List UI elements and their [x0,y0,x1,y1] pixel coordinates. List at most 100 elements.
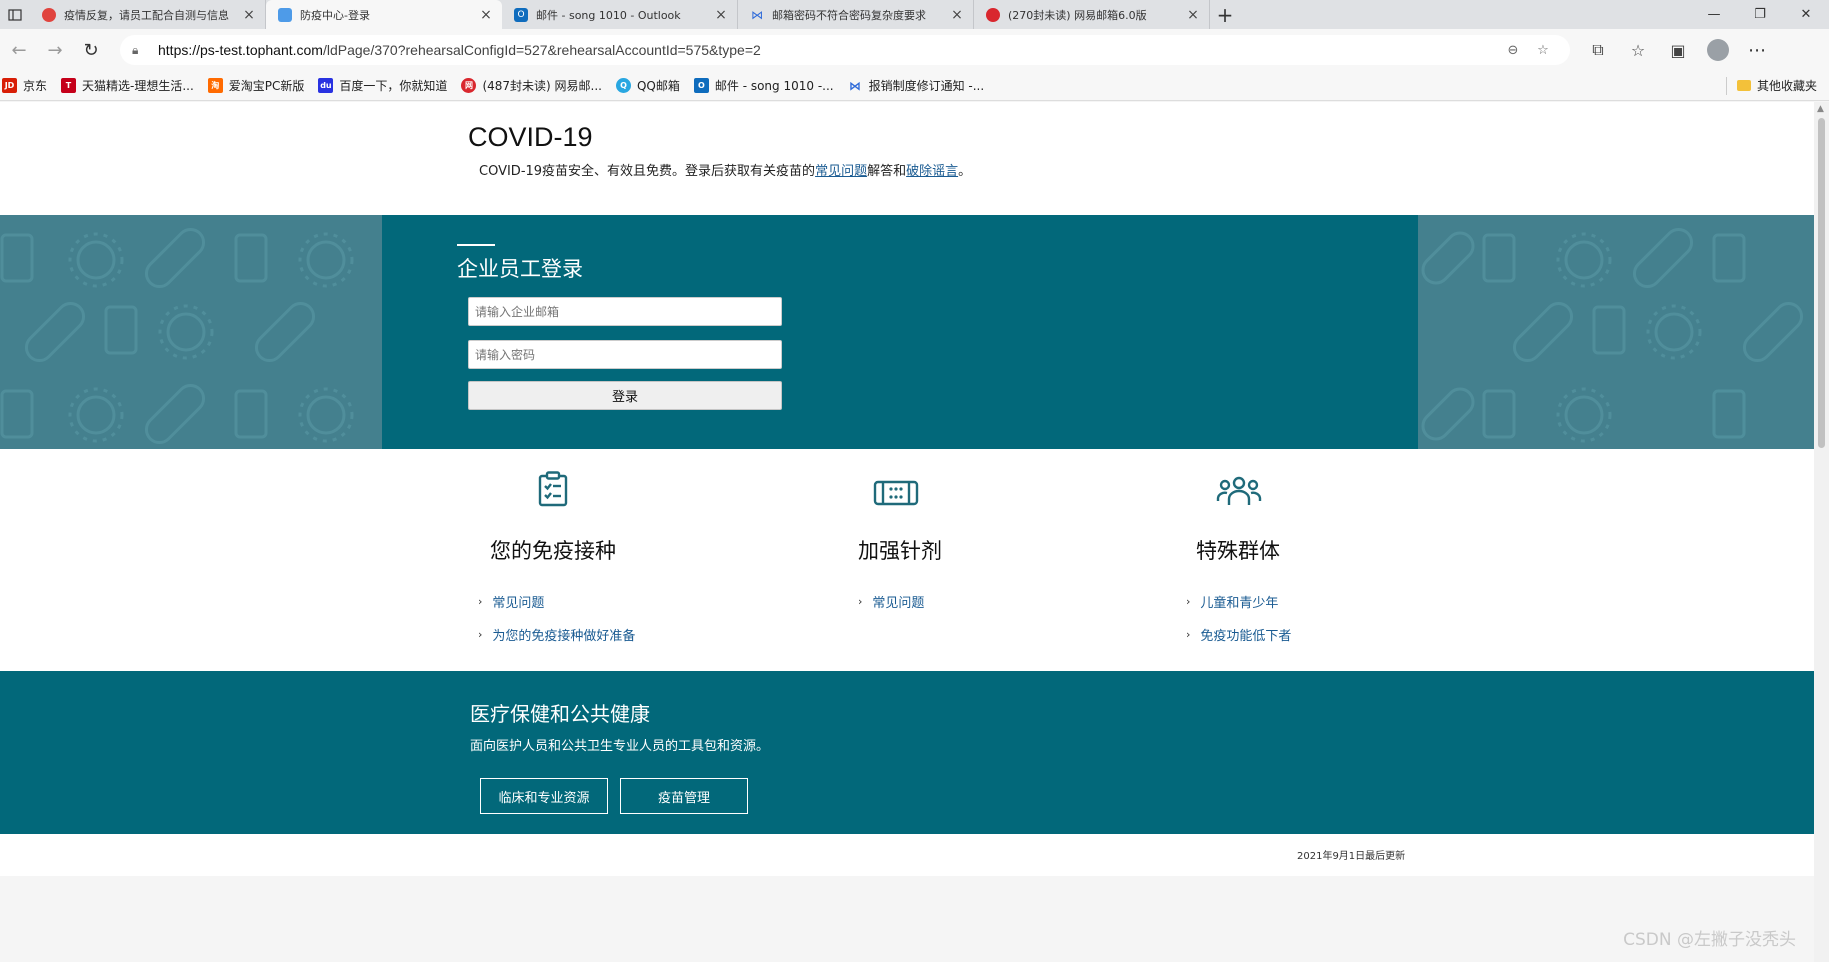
last-updated-text: 2021年9月1日最后更新 [1297,851,1406,862]
feature-link-label: 免疫功能低下者 [1200,629,1292,644]
taobao-icon: 淘 [207,78,223,93]
app-favicon-icon [278,7,292,22]
rumor-link[interactable]: 破除谣言 [906,164,958,179]
close-window-icon[interactable]: ✕ [1783,0,1829,29]
tab-actions-icon [8,8,22,21]
chevron-right-icon: › [1186,628,1191,641]
password-field[interactable] [468,340,782,369]
mail-icon: ⋈ [849,78,862,93]
browser-tab-2[interactable]: O 邮件 - song 1010 - Outlook × [502,0,738,29]
url-text[interactable]: https://ps-test.tophant.com/ldPage/370?r… [158,42,1498,58]
feature-title: 加强针剂 [858,539,942,563]
tab-title: (270封未读) 网易邮箱6.0版 [1008,8,1147,22]
browser-tab-4[interactable]: (270封未读) 网易邮箱6.0版 × [974,0,1210,29]
subtitle-text: COVID-19疫苗安全、有效且免费。登录后获取有关疫苗的 [479,164,816,179]
favorites-icon[interactable]: ☆ [1618,40,1658,60]
faq-link[interactable]: 常见问题 [815,164,867,179]
bookmark-item[interactable]: T 天猫精选-理想生活... [61,77,194,94]
divider [1725,76,1727,95]
netease-favicon-icon [986,7,1000,22]
feature-link[interactable]: › 常见问题 [478,592,544,611]
minimize-icon[interactable]: — [1691,0,1737,29]
bookmark-item[interactable]: Q QQ邮箱 [615,77,680,94]
feature-link-label: 儿童和青少年 [1200,596,1279,611]
close-icon[interactable]: × [478,7,494,23]
vertical-scrollbar[interactable]: ▲ [1814,102,1829,962]
bookmark-item[interactable]: ⋈ 报销制度修订通知 -... [848,77,984,94]
feature-title: 您的免疫接种 [490,539,616,563]
tab-actions-button[interactable] [0,0,30,29]
feature-link-label: 常见问题 [872,596,925,611]
profile-avatar[interactable] [1707,39,1729,61]
title-accent-bar [457,244,495,246]
window-controls: — ❐ ✕ [1691,0,1829,29]
virus-pattern-left [0,227,354,445]
bookmark-item[interactable]: 淘 爱淘宝PC新版 [207,77,304,94]
bookmark-item[interactable]: 网 (487封未读) 网易邮... [461,77,602,94]
section-title: 医疗保健和公共健康 [470,702,650,726]
extensions-icon[interactable]: ⧉ [1578,40,1618,60]
new-tab-button[interactable]: + [1210,0,1240,29]
feature-link[interactable]: › 免疫功能低下者 [1186,625,1291,644]
close-icon[interactable]: × [713,7,729,23]
tab-title: 防疫中心-登录 [300,8,370,22]
feature-link-label: 常见问题 [492,596,545,611]
feature-link-label: 为您的免疫接种做好准备 [492,629,636,644]
clinical-resources-button[interactable]: 临床和专业资源 [480,778,608,814]
scroll-up-icon[interactable]: ▲ [1817,104,1824,114]
bookmark-item[interactable]: JD 京东 [2,77,47,94]
subtitle-text: 解答和 [867,164,907,179]
chevron-right-icon: › [478,595,483,608]
forward-arrow-icon[interactable]: → [38,33,72,67]
refresh-icon[interactable]: ↻ [74,33,108,67]
close-icon[interactable]: × [241,7,257,23]
folder-icon [1736,80,1751,91]
address-bar[interactable]: 🔒︎ https://ps-test.tophant.com/ldPage/37… [120,35,1570,65]
lock-icon[interactable]: 🔒︎ [132,43,148,58]
bookmark-item[interactable]: O 邮件 - song 1010 -... [693,77,834,94]
netease-mail-icon: 网 [461,78,477,93]
bookmarks-bar: JD 京东 T 天猫精选-理想生活... 淘 爱淘宝PC新版 du 百度一下，你… [0,71,1829,101]
email-field[interactable] [468,297,782,326]
virus-pattern-right [1421,227,1804,443]
features-section: 您的免疫接种 › 常见问题 › 为您的免疫接种做好准备 加强针剂 › 常见问题 [0,449,1814,671]
feature-link[interactable]: › 儿童和青少年 [1186,592,1278,611]
vaccine-management-button[interactable]: 疫苗管理 [620,778,748,814]
healthcare-section: 医疗保健和公共健康 面向医护人员和公共卫生专业人员的工具包和资源。 临床和专业资… [0,671,1814,834]
bookmark-item[interactable]: du 百度一下，你就知道 [318,77,447,94]
restore-icon[interactable]: ❐ [1737,0,1783,29]
ticket-icon [873,480,919,506]
other-bookmarks[interactable]: 其他收藏夹 [1725,76,1817,95]
zoom-icon[interactable]: ⊖ [1498,43,1528,58]
scrollbar-thumb[interactable] [1818,118,1825,448]
tab-title: 疫情反复，请员工配合自测与信息 [64,8,229,22]
login-band: 企业员工登录 登录 [0,215,1814,449]
close-icon[interactable]: × [1185,7,1201,23]
toolbar-icons: ⧉ ☆ ▣ [1578,40,1698,60]
footer: 2021年9月1日最后更新 [0,834,1814,876]
section-subtitle: 面向医护人员和公共卫生专业人员的工具包和资源。 [470,739,770,754]
collections-icon[interactable]: ▣ [1658,40,1698,60]
outlook-favicon-icon: O [514,7,528,22]
bookmark-label: 邮件 - song 1010 -... [714,79,834,93]
clipboard-check-icon [538,471,568,507]
bookmark-label: (487封未读) 网易邮... [482,79,602,93]
feature-link[interactable]: › 常见问题 [858,592,924,611]
chevron-right-icon: › [478,628,483,641]
browser-tab-3[interactable]: ⋈ 邮箱密码不符合密码复杂度要求 × [738,0,974,29]
jd-icon: JD [2,78,17,93]
baidu-paw-icon: du [318,78,334,93]
more-menu-icon[interactable]: ⋯ [1740,33,1774,67]
login-title: 企业员工登录 [457,257,583,281]
login-panel: 企业员工登录 登录 [382,215,1418,449]
chevron-right-icon: › [1186,595,1191,608]
browser-tab-1[interactable]: 防疫中心-登录 × [266,0,502,29]
bookmark-label: 京东 [23,79,48,93]
login-button[interactable]: 登录 [468,381,782,410]
close-icon[interactable]: × [949,7,965,23]
back-arrow-icon[interactable]: ← [2,33,36,67]
bookmark-label: QQ邮箱 [636,79,680,93]
add-favorite-icon[interactable]: ☆ [1528,43,1558,58]
feature-link[interactable]: › 为您的免疫接种做好准备 [478,625,635,644]
browser-tab-0[interactable]: 疫情反复，请员工配合自测与信息 × [30,0,266,29]
